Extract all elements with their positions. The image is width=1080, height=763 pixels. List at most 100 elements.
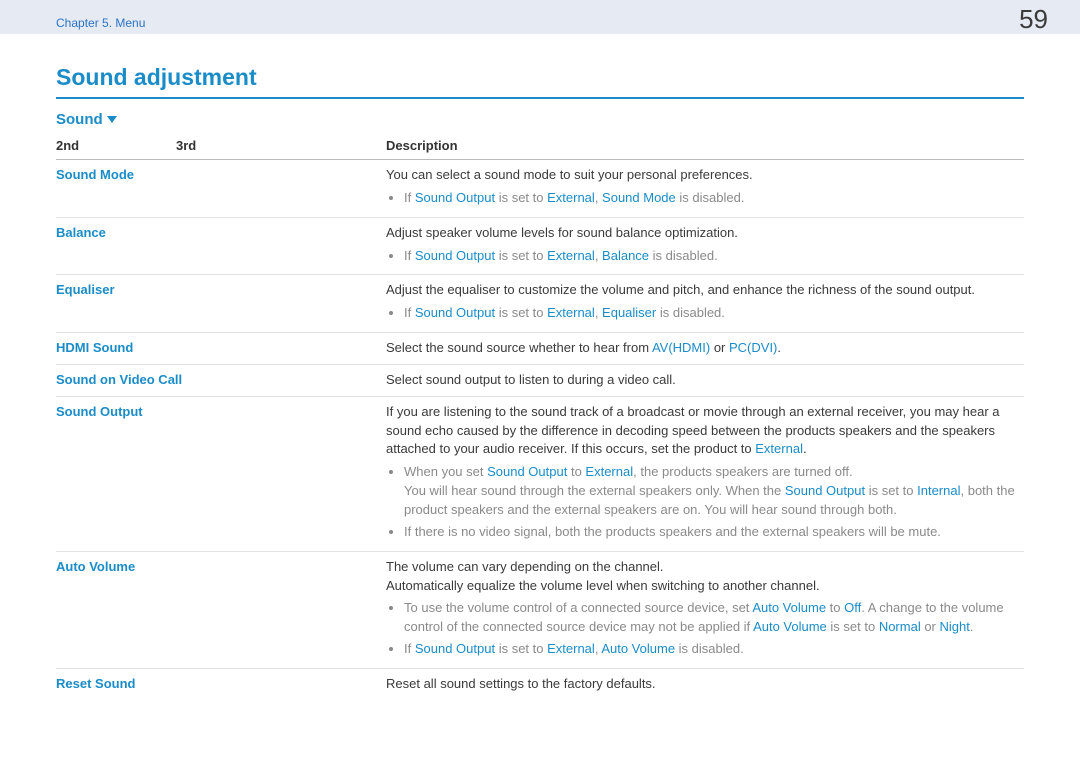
table-row: Auto Volume The volume can vary dependin… bbox=[56, 551, 1024, 668]
kw-sound-output: Sound Output bbox=[415, 190, 495, 205]
note-item: When you set Sound Output to External, t… bbox=[404, 463, 1018, 520]
txt: is set to bbox=[495, 190, 547, 205]
txt: . bbox=[777, 340, 781, 355]
kw-normal: Normal bbox=[879, 619, 921, 634]
note-item: If there is no video signal, both the pr… bbox=[404, 523, 1018, 542]
kw-sound-output: Sound Output bbox=[415, 641, 495, 656]
table-row: HDMI Sound Select the sound source wheth… bbox=[56, 333, 1024, 365]
txt: Select the sound source whether to hear … bbox=[386, 340, 652, 355]
txt: , the products speakers are turned off. bbox=[633, 464, 852, 479]
table-row: Balance Adjust speaker volume levels for… bbox=[56, 217, 1024, 275]
table-row: Sound on Video Call Select sound output … bbox=[56, 364, 1024, 396]
breadcrumb[interactable]: Chapter 5. Menu bbox=[56, 16, 145, 30]
row-name-reset-sound[interactable]: Reset Sound bbox=[56, 676, 135, 691]
kw-auto-volume: Auto Volume bbox=[752, 600, 826, 615]
txt: . bbox=[803, 441, 807, 456]
note-item: To use the volume control of a connected… bbox=[404, 599, 1018, 637]
desc-text: Select sound output to listen to during … bbox=[386, 372, 676, 387]
txt: , bbox=[595, 190, 602, 205]
subsection-sound[interactable]: Sound bbox=[56, 111, 1024, 128]
txt: When you set bbox=[404, 464, 487, 479]
txt: is set to bbox=[827, 619, 879, 634]
row-name-equaliser[interactable]: Equaliser bbox=[56, 282, 115, 297]
page-number: 59 bbox=[1019, 6, 1048, 32]
kw-night: Night bbox=[940, 619, 970, 634]
kw-external: External bbox=[547, 190, 595, 205]
col-3rd: 3rd bbox=[176, 134, 386, 160]
desc-text: Adjust speaker volume levels for sound b… bbox=[386, 225, 738, 240]
kw-off: Off bbox=[844, 600, 861, 615]
txt: is set to bbox=[495, 641, 547, 656]
row-name-sound-output[interactable]: Sound Output bbox=[56, 404, 143, 419]
note-item: If Sound Output is set to External, Bala… bbox=[404, 247, 1018, 266]
row-name-balance[interactable]: Balance bbox=[56, 225, 106, 240]
page-content: Sound adjustment Sound 2nd 3rd Descripti… bbox=[0, 34, 1080, 720]
row-name-auto-volume[interactable]: Auto Volume bbox=[56, 559, 135, 574]
txt: is disabled. bbox=[649, 248, 718, 263]
txt: or bbox=[921, 619, 940, 634]
txt: to bbox=[567, 464, 585, 479]
kw-equaliser: Equaliser bbox=[602, 305, 656, 320]
kw-sound-output: Sound Output bbox=[785, 483, 865, 498]
col-2nd: 2nd bbox=[56, 134, 176, 160]
txt: is set to bbox=[495, 305, 547, 320]
kw-pc-dvi: PC(DVI) bbox=[729, 340, 777, 355]
settings-table: 2nd 3rd Description Sound Mode You can s… bbox=[56, 134, 1024, 700]
txt: To use the volume control of a connected… bbox=[404, 600, 752, 615]
kw-sound-output: Sound Output bbox=[487, 464, 567, 479]
note-item: If Sound Output is set to External, Equa… bbox=[404, 304, 1018, 323]
txt: If there is no video signal, both the pr… bbox=[404, 524, 941, 539]
note-list: To use the volume control of a connected… bbox=[404, 599, 1018, 659]
kw-sound-output: Sound Output bbox=[415, 248, 495, 263]
txt: or bbox=[710, 340, 729, 355]
note-list: If Sound Output is set to External, Equa… bbox=[404, 304, 1018, 323]
kw-auto-volume: Auto Volume bbox=[753, 619, 827, 634]
page-header: Chapter 5. Menu 59 bbox=[0, 0, 1080, 34]
txt: is disabled. bbox=[675, 641, 744, 656]
table-row: Equaliser Adjust the equaliser to custom… bbox=[56, 275, 1024, 333]
txt: , bbox=[595, 248, 602, 263]
txt: If bbox=[404, 641, 415, 656]
note-list: When you set Sound Output to External, t… bbox=[404, 463, 1018, 541]
kw-external: External bbox=[547, 248, 595, 263]
txt: . bbox=[970, 619, 974, 634]
txt: If bbox=[404, 190, 415, 205]
txt: is set to bbox=[865, 483, 917, 498]
kw-auto-volume: Auto Volume bbox=[601, 641, 675, 656]
kw-external: External bbox=[755, 441, 803, 456]
kw-av-hdmi: AV(HDMI) bbox=[652, 340, 710, 355]
txt: is disabled. bbox=[676, 190, 745, 205]
txt: If bbox=[404, 305, 415, 320]
desc-text: Reset all sound settings to the factory … bbox=[386, 676, 656, 691]
table-row: Sound Mode You can select a sound mode t… bbox=[56, 160, 1024, 218]
table-header-row: 2nd 3rd Description bbox=[56, 134, 1024, 160]
txt: You will hear sound through the external… bbox=[404, 483, 785, 498]
note-item: If Sound Output is set to External, Soun… bbox=[404, 189, 1018, 208]
row-name-sound-mode[interactable]: Sound Mode bbox=[56, 167, 134, 182]
txt: , bbox=[595, 305, 602, 320]
section-title: Sound adjustment bbox=[56, 64, 1024, 99]
txt: is disabled. bbox=[656, 305, 725, 320]
note-item: If Sound Output is set to External, Auto… bbox=[404, 640, 1018, 659]
table-row: Reset Sound Reset all sound settings to … bbox=[56, 668, 1024, 699]
desc-text: The volume can vary depending on the cha… bbox=[386, 558, 1018, 577]
note-list: If Sound Output is set to External, Soun… bbox=[404, 189, 1018, 208]
desc-text: Adjust the equaliser to customize the vo… bbox=[386, 282, 975, 297]
table-row: Sound Output If you are listening to the… bbox=[56, 396, 1024, 551]
desc-text: You can select a sound mode to suit your… bbox=[386, 167, 753, 182]
kw-sound-output: Sound Output bbox=[415, 305, 495, 320]
txt: If you are listening to the sound track … bbox=[386, 404, 1000, 457]
kw-internal: Internal bbox=[917, 483, 960, 498]
chevron-down-icon bbox=[107, 116, 117, 123]
row-name-hdmi-sound[interactable]: HDMI Sound bbox=[56, 340, 133, 355]
txt: If bbox=[404, 248, 415, 263]
col-description: Description bbox=[386, 134, 1024, 160]
kw-sound-mode: Sound Mode bbox=[602, 190, 676, 205]
desc-text: Automatically equalize the volume level … bbox=[386, 577, 1018, 596]
kw-external: External bbox=[547, 641, 595, 656]
txt: to bbox=[826, 600, 844, 615]
kw-balance: Balance bbox=[602, 248, 649, 263]
row-name-sound-on-video-call[interactable]: Sound on Video Call bbox=[56, 372, 182, 387]
subsection-label: Sound bbox=[56, 111, 103, 128]
txt: is set to bbox=[495, 248, 547, 263]
